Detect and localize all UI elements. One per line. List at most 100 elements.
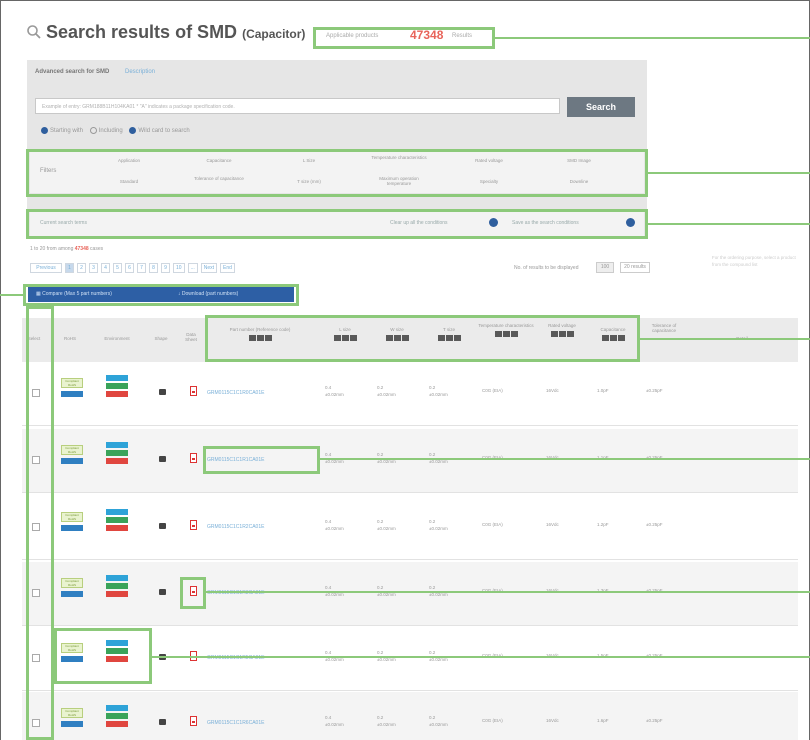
t-size-value: 0.2 ±0.02mm xyxy=(429,715,448,727)
radio-unchecked-icon xyxy=(89,127,97,134)
highlight-sort xyxy=(205,315,640,362)
page-ellipsis: ... xyxy=(187,263,198,273)
highlight-select-column xyxy=(26,306,54,740)
part-number-link[interactable]: GRM0115C1C1R2CA01E xyxy=(207,524,264,530)
w-size-value: 0.2 ±0.02mm xyxy=(377,519,396,531)
advanced-search-title: Advanced search for SMD xyxy=(35,69,110,75)
page-end[interactable]: End xyxy=(220,263,235,273)
reach-badge xyxy=(106,458,128,464)
tolerance-value: ±0.25pF xyxy=(646,522,663,527)
display-count-label: No. of results to be displayed xyxy=(514,265,579,271)
chip-shape-icon[interactable] xyxy=(159,523,166,529)
chip-shape-icon[interactable] xyxy=(159,389,166,395)
col-datasheet: Data Sheet xyxy=(185,332,197,342)
pb-free-badge xyxy=(106,517,128,523)
reach-badge xyxy=(106,591,128,597)
temp-char-value: C0G (EIA) xyxy=(482,522,503,527)
chip-shape-icon[interactable] xyxy=(159,719,166,725)
capacitance-value: 1.0pF xyxy=(597,388,609,393)
chip-shape-icon[interactable] xyxy=(159,456,166,462)
pdf-icon[interactable] xyxy=(190,386,197,396)
rohs-info-badge xyxy=(61,721,83,727)
pb-free-badge xyxy=(106,713,128,719)
chip-shape-icon[interactable] xyxy=(159,589,166,595)
halogen-badge xyxy=(106,575,128,581)
leader-line xyxy=(648,172,810,174)
rated-voltage-value: 16Vdc xyxy=(546,718,559,723)
temp-char-value: C0G (EIA) xyxy=(482,718,503,723)
leader-line xyxy=(206,591,810,593)
search-icon xyxy=(27,25,41,39)
description-link[interactable]: Description xyxy=(125,69,155,75)
rated-voltage-value: 16Vdc xyxy=(546,522,559,527)
page-5[interactable]: 5 xyxy=(113,263,122,273)
help-icon xyxy=(129,127,137,134)
keyword-input[interactable]: Example of entry: GRM188B11H104KA01 * "A… xyxy=(35,98,560,114)
rohs-badge: Compliant RoHS xyxy=(61,445,83,455)
tolerance-value: ±0.25pF xyxy=(646,718,663,723)
display-20-button[interactable]: 20 results xyxy=(620,262,650,273)
reach-badge xyxy=(106,391,128,397)
rohs-badge: Compliant RoHS xyxy=(61,512,83,522)
rohs-badge: Compliant RoHS xyxy=(61,378,83,388)
search-button[interactable]: Search xyxy=(567,97,635,117)
page-9[interactable]: 9 xyxy=(161,263,170,273)
page-3[interactable]: 3 xyxy=(89,263,98,273)
rohs-info-badge xyxy=(61,391,83,397)
part-number-link[interactable]: GRM0115C1C1R0CA01E xyxy=(207,390,264,396)
col-rohs: RoHS xyxy=(63,336,76,341)
w-size-value: 0.2 ±0.02mm xyxy=(377,715,396,727)
highlight-badges xyxy=(54,628,152,684)
highlight-filters xyxy=(26,149,648,197)
page-next[interactable]: Next xyxy=(200,263,218,273)
page-1[interactable]: 1 xyxy=(65,263,74,273)
part-number-link[interactable]: GRM0115C1C1R6CA01E xyxy=(207,720,264,726)
leader-line xyxy=(320,458,810,460)
pdf-icon[interactable] xyxy=(190,716,197,726)
rohs-badge: Compliant RoHS xyxy=(61,578,83,588)
table-row: Compliant RoHS GRM0115C1C1R6CA01E 0.4 ±0.02… xyxy=(22,692,798,740)
starting-radio[interactable]: Starting with xyxy=(41,127,83,134)
halogen-badge xyxy=(106,705,128,711)
w-size-value: 0.2 ±0.02mm xyxy=(377,385,396,397)
halogen-badge xyxy=(106,442,128,448)
pdf-icon[interactable] xyxy=(190,520,197,530)
page-10[interactable]: 10 xyxy=(173,263,185,273)
pb-free-badge xyxy=(106,583,128,589)
wildcard-help[interactable]: Wild card to search xyxy=(129,127,190,134)
leader-line xyxy=(152,656,810,658)
table-row: Compliant RoHS GRM0115C1C1R3CA01E 0.4 ±0.02… xyxy=(22,562,798,626)
display-100-button[interactable]: 100 xyxy=(596,262,614,273)
pb-free-badge xyxy=(106,383,128,389)
l-size-value: 0.4 ±0.02mm xyxy=(325,519,344,531)
halogen-badge xyxy=(106,375,128,381)
reach-badge xyxy=(106,721,128,727)
pagination: Previous 1 2 3 4 5 6 7 8 9 10 ... Next E… xyxy=(30,263,235,273)
reach-badge xyxy=(106,525,128,531)
leader-line xyxy=(0,294,23,296)
page-previous[interactable]: Previous xyxy=(30,263,62,273)
t-size-value: 0.2 ±0.02mm xyxy=(429,519,448,531)
rohs-badge: Compliant RoHS xyxy=(61,708,83,718)
page-8[interactable]: 8 xyxy=(149,263,158,273)
including-radio[interactable]: Including xyxy=(89,127,123,134)
page-4[interactable]: 4 xyxy=(101,263,110,273)
highlight-conditions xyxy=(26,209,648,239)
table-row: Compliant RoHS GRM0115C1C1R2CA01E 0.4 ±0.02… xyxy=(22,496,798,560)
page-7[interactable]: 7 xyxy=(137,263,146,273)
leader-line xyxy=(495,37,810,39)
highlight-datasheet xyxy=(180,577,206,609)
pb-free-badge xyxy=(106,450,128,456)
page-2[interactable]: 2 xyxy=(77,263,86,273)
highlight-part-number xyxy=(203,446,320,474)
t-size-value: 0.2 ±0.02mm xyxy=(429,385,448,397)
paging-info: 1 to 20 from among 47348 cases xyxy=(30,246,104,252)
table-row: Compliant RoHS GRM0115C1C1R1CA01E 0.4 ±0.02… xyxy=(22,429,798,493)
page-6[interactable]: 6 xyxy=(125,263,134,273)
leader-line xyxy=(640,338,810,340)
col-environment: Environment xyxy=(104,336,130,341)
highlight-count xyxy=(313,27,495,49)
ordering-note: For the ordering purpose, select a produ… xyxy=(712,255,796,267)
rated-voltage-value: 16Vdc xyxy=(546,388,559,393)
pdf-icon[interactable] xyxy=(190,453,197,463)
